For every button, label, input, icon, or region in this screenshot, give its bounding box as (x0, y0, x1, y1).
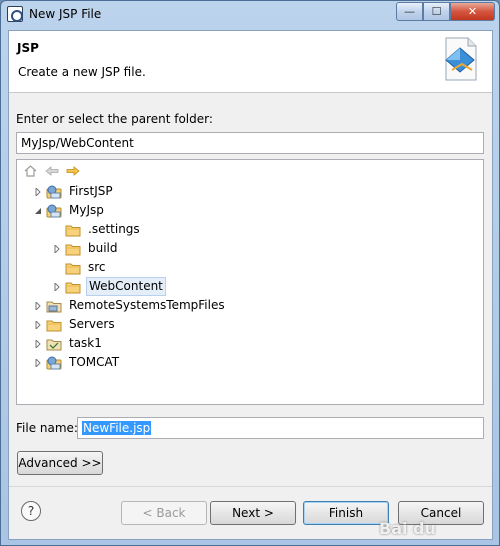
help-icon: ? (27, 504, 35, 518)
eclipse-app-icon (7, 6, 23, 22)
file-name-input[interactable]: NewFile.jsp (77, 417, 484, 439)
parent-folder-input[interactable]: MyJsp/WebContent (16, 132, 484, 154)
collapsed-triangle-icon[interactable] (52, 282, 62, 292)
tree-toolbar (23, 164, 80, 180)
tree-item-label: build (88, 241, 118, 255)
close-icon: ✕ (467, 5, 478, 18)
tree-item-webcontent[interactable]: WebContent (52, 277, 166, 296)
web-project-icon (46, 356, 62, 370)
expanded-triangle-icon[interactable] (33, 206, 43, 216)
tree-item-label: FirstJSP (69, 184, 113, 198)
project-icon (46, 299, 62, 313)
collapsed-triangle-icon[interactable] (52, 244, 62, 254)
collapsed-triangle-icon[interactable] (33, 187, 43, 197)
forward-arrow-icon[interactable] (65, 164, 80, 178)
folder-icon (65, 261, 81, 275)
file-name-label: File name: (16, 421, 78, 435)
file-name-value: NewFile.jsp (82, 421, 152, 435)
tree-item-build[interactable]: build (52, 239, 120, 258)
project-tree[interactable]: FirstJSP MyJsp .settings build src WebCo… (16, 159, 484, 405)
back-arrow-icon[interactable] (44, 164, 59, 178)
tree-item-label: WebContent (86, 277, 166, 296)
next-button[interactable]: Next > (210, 501, 296, 525)
web-project-icon (46, 204, 62, 218)
collapsed-triangle-icon[interactable] (33, 358, 43, 368)
baidu-watermark: Bai du (379, 519, 436, 538)
tree-item-remotesystemstempfiles[interactable]: RemoteSystemsTempFiles (33, 296, 227, 315)
tree-item-label: .settings (88, 222, 140, 236)
web-project-icon (46, 185, 62, 199)
collapsed-triangle-icon[interactable] (33, 339, 43, 349)
minimize-button[interactable]: — (396, 2, 423, 21)
window-title: New JSP File (29, 7, 102, 21)
minimize-icon: — (404, 5, 415, 18)
folder-icon (65, 242, 81, 256)
tree-item-tomcat[interactable]: TOMCAT (33, 353, 121, 372)
tree-item-label: Servers (69, 317, 115, 331)
tree-item-settings[interactable]: .settings (65, 220, 142, 239)
finish-button[interactable]: Finish (303, 501, 389, 525)
collapsed-triangle-icon[interactable] (33, 320, 43, 330)
home-icon[interactable] (23, 164, 38, 178)
window-controls: — ☐ ✕ (396, 2, 495, 22)
wizard-page-description: Create a new JSP file. (18, 65, 146, 79)
folder-icon (46, 318, 62, 332)
maximize-button[interactable]: ☐ (423, 2, 450, 21)
tree-item-task1[interactable]: task1 (33, 334, 104, 353)
collapsed-triangle-icon[interactable] (33, 301, 43, 311)
tree-item-label: task1 (69, 336, 102, 350)
folder-icon (65, 280, 81, 294)
title-bar[interactable]: New JSP File — ☐ ✕ (1, 1, 499, 29)
tree-item-myjsp[interactable]: MyJsp (33, 201, 106, 220)
tree-item-firstjsp[interactable]: FirstJSP (33, 182, 115, 201)
tree-item-src[interactable]: src (65, 258, 108, 277)
wizard-page-title: JSP (17, 41, 39, 55)
tree-item-label: MyJsp (69, 203, 104, 217)
tree-item-label: RemoteSystemsTempFiles (69, 298, 225, 312)
help-button[interactable]: ? (21, 501, 41, 521)
new-jsp-file-dialog: New JSP File — ☐ ✕ JSP Create a new JSP … (0, 0, 500, 546)
folder-icon (65, 223, 81, 237)
footer-separator (9, 486, 492, 487)
tree-item-label: src (88, 260, 106, 274)
advanced-button[interactable]: Advanced >> (17, 451, 103, 475)
maximize-icon: ☐ (431, 5, 442, 18)
tree-item-servers[interactable]: Servers (33, 315, 117, 334)
close-button[interactable]: ✕ (450, 2, 495, 21)
jsp-wizard-banner-icon (445, 37, 477, 81)
tree-item-label: TOMCAT (69, 355, 120, 369)
back-button[interactable]: < Back (121, 501, 207, 525)
dialog-body: JSP Create a new JSP file. Enter or sele… (8, 30, 493, 540)
wizard-banner: JSP Create a new JSP file. (9, 31, 492, 93)
project-icon (46, 337, 62, 351)
parent-folder-label: Enter or select the parent folder: (16, 112, 213, 126)
